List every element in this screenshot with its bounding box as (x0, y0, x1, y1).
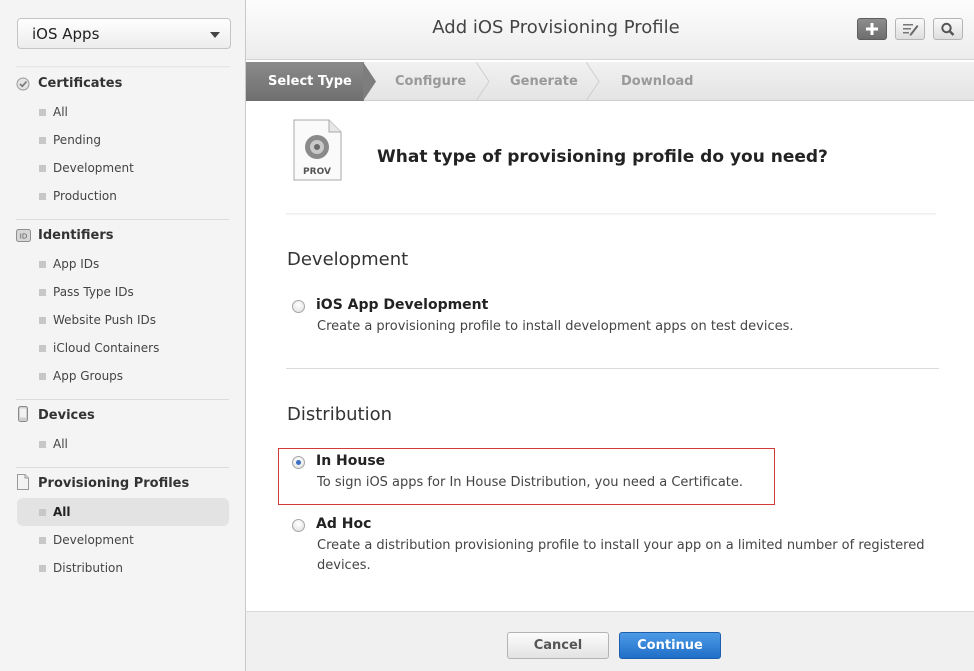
bullet-icon (39, 537, 46, 544)
app-type-select-value: iOS Apps (32, 25, 100, 43)
bullet-icon (39, 373, 46, 380)
sidebar-divider (16, 399, 229, 400)
document-icon (17, 474, 29, 490)
sidebar-item-app-groups[interactable]: App Groups (53, 369, 123, 383)
device-icon (18, 406, 28, 422)
footer: Cancel Continue (246, 611, 974, 671)
bullet-icon (39, 109, 46, 116)
sidebar-item-certificates-all[interactable]: All (53, 105, 68, 119)
id-badge-icon: ID (16, 229, 31, 242)
bullet-icon (39, 261, 46, 268)
option-title-ad-hoc[interactable]: Ad Hoc (316, 516, 371, 532)
search-button[interactable] (933, 18, 963, 40)
step-separator (476, 62, 490, 101)
file-icon-label: PROV (303, 167, 331, 177)
bullet-icon (39, 137, 46, 144)
bullet-icon (39, 345, 46, 352)
sidebar-divider (16, 219, 229, 220)
step-download: Download (621, 74, 694, 89)
sidebar-item-app-ids[interactable]: App IDs (53, 257, 99, 271)
section-title-certificates: Certificates (38, 76, 123, 91)
development-section-title: Development (287, 249, 409, 270)
bullet-icon (39, 317, 46, 324)
bullet-icon (39, 193, 46, 200)
step-arrow-active (363, 62, 376, 101)
bullet-icon (39, 165, 46, 172)
bullet-icon (39, 565, 46, 572)
sidebar-item-profiles-distribution[interactable]: Distribution (53, 561, 123, 575)
step-progress-bar: Select Type Configure Generate Download (246, 62, 974, 101)
option-desc-ad-hoc: Create a distribution provisioning profi… (317, 538, 925, 573)
sidebar-item-website-push-ids[interactable]: Website Push IDs (53, 313, 156, 327)
add-button[interactable] (857, 18, 887, 40)
sidebar-divider (16, 467, 229, 468)
sidebar-item-icloud-containers[interactable]: iCloud Containers (53, 341, 159, 355)
main-content: PROV What type of provisioning profile d… (246, 101, 974, 611)
header-divider (286, 213, 936, 216)
page-title: Add iOS Provisioning Profile (432, 17, 680, 38)
cancel-button[interactable]: Cancel (507, 632, 609, 659)
section-title-identifiers: Identifiers (38, 228, 114, 243)
edit-button[interactable] (895, 18, 925, 40)
sidebar-item-certificates-pending[interactable]: Pending (53, 133, 101, 147)
step-select-type: Select Type (268, 74, 352, 89)
radio-in-house[interactable] (292, 456, 305, 469)
id-badge-text: ID (20, 233, 27, 241)
step-generate: Generate (510, 74, 578, 89)
provisioning-profile-file-icon: PROV (293, 119, 342, 181)
step-configure: Configure (395, 74, 467, 89)
step-separator (586, 62, 600, 101)
bullet-icon (39, 289, 46, 296)
option-desc-ios-app-development: Create a provisioning profile to install… (317, 319, 794, 334)
option-title-in-house[interactable]: In House (316, 453, 385, 469)
sidebar-item-profiles-all[interactable]: All (53, 505, 71, 519)
app-type-select[interactable]: iOS Apps (17, 18, 231, 49)
bullet-icon (39, 441, 46, 448)
section-title-devices: Devices (38, 408, 95, 423)
option-title-ios-app-development[interactable]: iOS App Development (316, 297, 488, 313)
section-divider (286, 368, 939, 369)
question-heading: What type of provisioning profile do you… (377, 147, 828, 167)
section-title-provisioning-profiles: Provisioning Profiles (38, 476, 190, 491)
sidebar-item-devices-all[interactable]: All (53, 437, 68, 451)
radio-ad-hoc[interactable] (292, 519, 305, 532)
sidebar-item-pass-type-ids[interactable]: Pass Type IDs (53, 285, 134, 299)
edit-icon (903, 24, 919, 36)
header: Add iOS Provisioning Profile (246, 0, 974, 60)
plus-icon (866, 23, 878, 35)
certificate-icon (16, 77, 30, 91)
sidebar-selected-highlight (17, 498, 229, 526)
sidebar-item-certificates-production[interactable]: Production (53, 189, 117, 203)
option-desc-in-house: To sign iOS apps for In House Distributi… (317, 475, 744, 490)
search-icon (941, 22, 955, 36)
radio-ios-app-development[interactable] (292, 300, 305, 313)
continue-button[interactable]: Continue (619, 632, 721, 659)
chevron-down-icon[interactable] (210, 32, 220, 38)
sidebar: iOS Apps Certificates All Pending Develo… (0, 0, 246, 671)
sidebar-item-profiles-development[interactable]: Development (53, 533, 134, 547)
sidebar-item-certificates-development[interactable]: Development (53, 161, 134, 175)
bullet-icon (39, 509, 46, 516)
sidebar-divider (16, 66, 230, 68)
distribution-section-title: Distribution (287, 404, 393, 425)
